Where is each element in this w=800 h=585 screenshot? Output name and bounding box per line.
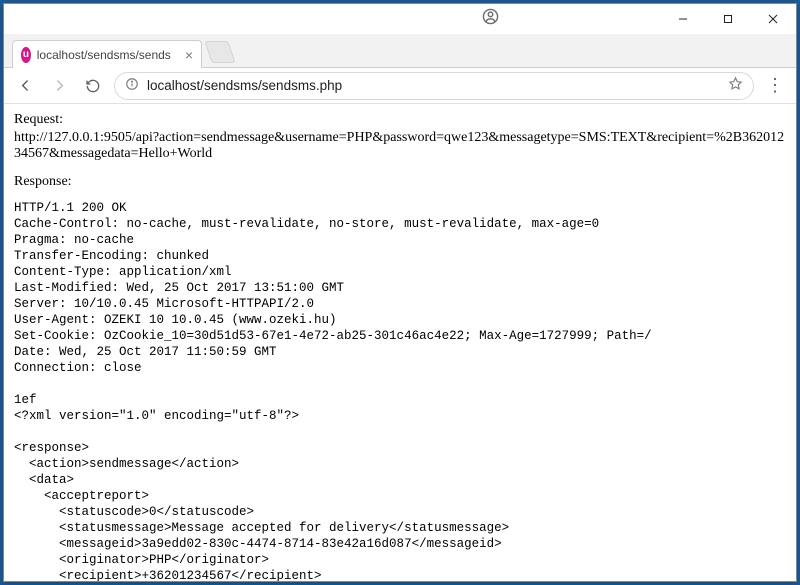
response-label: Response:: [14, 174, 786, 190]
reload-button[interactable]: [80, 73, 106, 99]
window-maximize-button[interactable]: [706, 4, 751, 34]
browser-menu-button[interactable]: ⋮: [762, 75, 788, 96]
tab-title: localhost/sendsms/sends: [37, 48, 171, 62]
url-input[interactable]: [147, 78, 720, 93]
toolbar: ⋮: [4, 68, 796, 104]
window-minimize-button[interactable]: [661, 4, 706, 34]
back-button[interactable]: [12, 73, 38, 99]
forward-button[interactable]: [46, 73, 72, 99]
new-tab-button[interactable]: [204, 41, 235, 63]
page-content: Request: http://127.0.0.1:9505/api?actio…: [4, 104, 796, 581]
tab-favicon: u: [21, 47, 31, 63]
window-titlebar: [4, 4, 796, 34]
window-close-button[interactable]: [751, 4, 796, 34]
browser-tab[interactable]: u localhost/sendsms/sends ×: [12, 40, 202, 68]
request-label: Request:: [14, 112, 786, 128]
bookmark-star-icon[interactable]: [728, 76, 743, 95]
address-bar[interactable]: [114, 72, 754, 100]
browser-window: u localhost/sendsms/sends × ⋮ Request:: [3, 3, 797, 582]
tab-bar: u localhost/sendsms/sends ×: [4, 34, 796, 68]
response-body: HTTP/1.1 200 OK Cache-Control: no-cache,…: [14, 200, 786, 581]
request-url: http://127.0.0.1:9505/api?action=sendmes…: [14, 130, 786, 162]
tab-close-icon[interactable]: ×: [185, 47, 193, 63]
account-icon[interactable]: [482, 8, 499, 30]
site-info-icon[interactable]: [125, 77, 139, 94]
tab-favicon-letter: u: [23, 49, 29, 60]
